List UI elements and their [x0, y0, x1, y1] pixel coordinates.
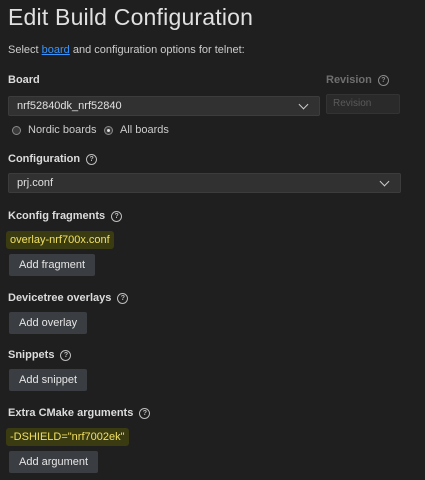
snippets-label: Snippets ? — [8, 349, 72, 361]
kconfig-fragment-item[interactable]: overlay-nrf700x.conf — [6, 231, 114, 249]
help-circle-icon[interactable]: ? — [117, 292, 129, 304]
configuration-select[interactable]: prj.conf — [8, 173, 401, 193]
cmake-label-text: Extra CMake arguments — [8, 407, 134, 419]
radio-all-boards[interactable]: All boards — [104, 124, 169, 136]
board-label-text: Board — [8, 74, 40, 86]
revision-label-text: Revision — [326, 74, 372, 86]
configuration-select-value: prj.conf — [17, 177, 54, 189]
subtitle-text-start: Select — [8, 44, 42, 56]
board-select[interactable]: nrf52840dk_nrf52840 — [8, 96, 320, 116]
add-overlay-button[interactable]: Add overlay — [9, 312, 88, 334]
radio-nordic-icon[interactable] — [12, 125, 21, 135]
chevron-down-icon — [379, 176, 390, 186]
revision-label: Revision ? — [326, 74, 389, 86]
help-circle-icon[interactable]: ? — [86, 153, 98, 165]
radio-all-label: All boards — [120, 124, 169, 136]
revision-placeholder: Revision — [333, 98, 372, 109]
radio-nordic-boards[interactable]: Nordic boards — [12, 124, 96, 136]
kconfig-label-text: Kconfig fragments — [8, 210, 106, 222]
add-argument-button[interactable]: Add argument — [9, 451, 99, 473]
cmake-label: Extra CMake arguments ? — [8, 407, 151, 419]
configuration-label: Configuration ? — [8, 153, 98, 165]
revision-help-icon[interactable]: ? — [377, 74, 389, 86]
radio-nordic-label: Nordic boards — [28, 124, 97, 136]
board-label: Board — [8, 74, 40, 86]
board-link[interactable]: board — [42, 44, 70, 56]
radio-all-icon[interactable] — [104, 125, 113, 135]
cmake-argument-item[interactable]: -DSHIELD="nrf7002ek" — [6, 428, 129, 446]
board-select-value: nrf52840dk_nrf52840 — [17, 100, 122, 112]
chevron-down-icon — [298, 99, 309, 109]
add-snippet-button[interactable]: Add snippet — [9, 369, 88, 391]
subtitle-text-end: and configuration options for telnet: — [69, 44, 245, 56]
devicetree-label-text: Devicetree overlays — [8, 292, 112, 304]
revision-input[interactable]: Revision — [326, 94, 400, 114]
devicetree-label: Devicetree overlays ? — [8, 292, 129, 304]
help-circle-icon[interactable]: ? — [139, 407, 151, 419]
page-title: Edit Build Configuration — [8, 4, 254, 30]
kconfig-label: Kconfig fragments ? — [8, 210, 123, 222]
page-subtitle: Select board and configuration options f… — [8, 44, 245, 56]
configuration-label-text: Configuration — [8, 153, 81, 165]
snippets-label-text: Snippets — [8, 349, 55, 361]
help-circle-icon[interactable]: ? — [60, 349, 72, 361]
add-fragment-button[interactable]: Add fragment — [9, 254, 96, 276]
help-circle-icon[interactable]: ? — [111, 210, 123, 222]
